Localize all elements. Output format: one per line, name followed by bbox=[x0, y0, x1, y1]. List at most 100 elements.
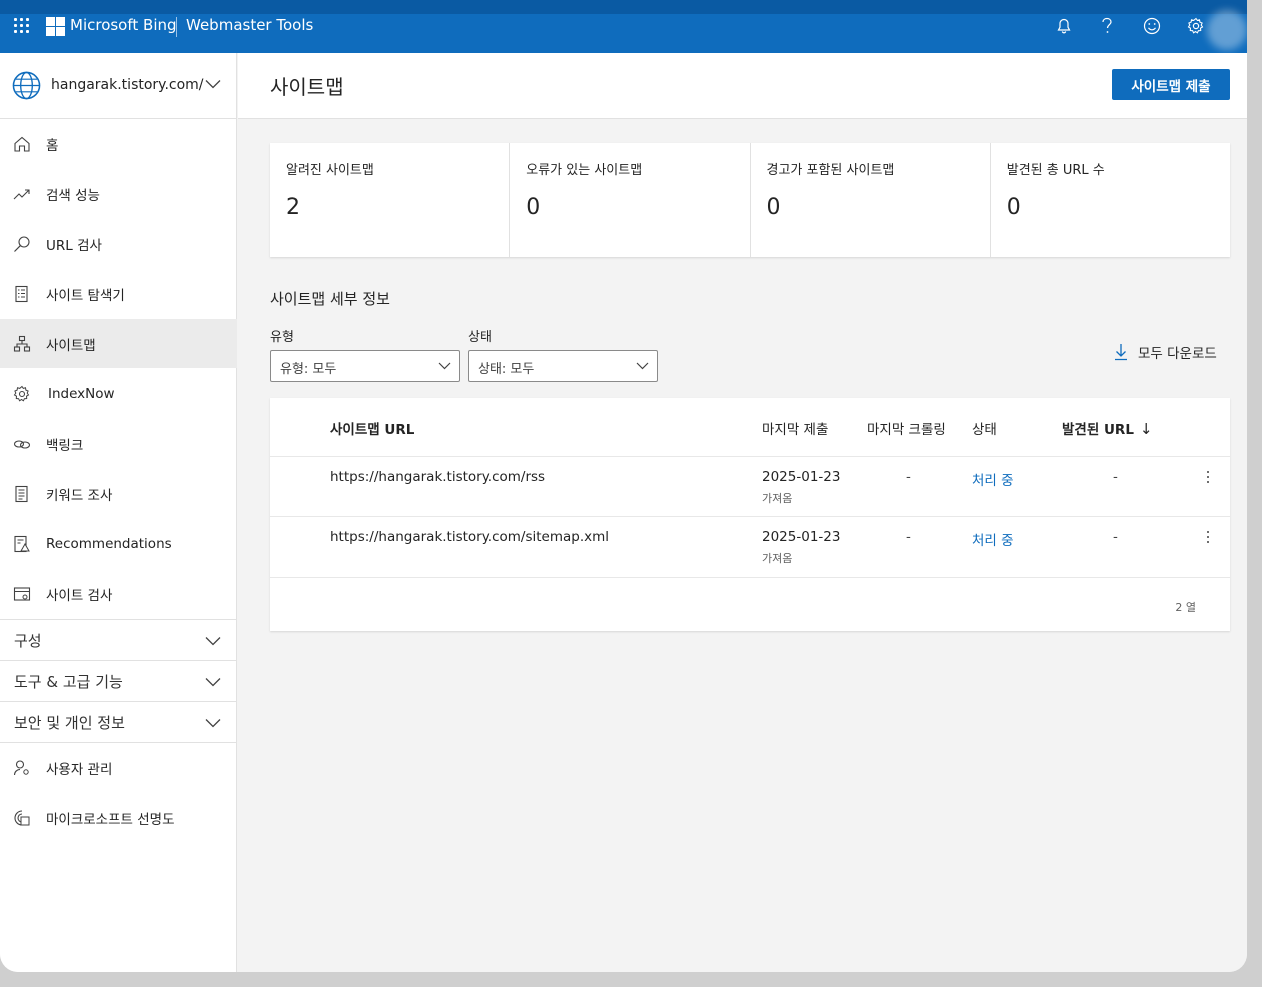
trend-icon bbox=[13, 188, 30, 199]
status-filter-label: 상태 bbox=[468, 330, 492, 345]
window-gutter-right bbox=[1247, 0, 1262, 987]
brand-divider bbox=[176, 17, 177, 37]
sidebar-item-label: 홈 bbox=[46, 137, 59, 154]
page-header: 사이트맵 사이트맵 제출 bbox=[238, 53, 1247, 119]
sidebar-group-security-privacy[interactable]: 보안 및 개인 정보 bbox=[0, 701, 237, 742]
chevron-down-icon bbox=[636, 362, 649, 370]
sidebar-item-microsoft-clarity[interactable]: 마이크로소프트 선명도 bbox=[0, 793, 237, 842]
sitemaps-table: 사이트맵 URL 마지막 제출 마지막 크롤링 상태 발견된 URL ↓ http… bbox=[270, 398, 1230, 631]
sidebar-item-keyword-research[interactable]: 키워드 조사 bbox=[0, 469, 237, 518]
stat-label: 알려진 사이트맵 bbox=[286, 163, 374, 178]
list-icon bbox=[15, 285, 28, 302]
column-header-found-urls[interactable]: 발견된 URL ↓ bbox=[1062, 418, 1153, 438]
type-filter-dropdown[interactable]: 유형: 모두 bbox=[270, 350, 460, 382]
column-header-found-urls-label: 발견된 URL bbox=[1062, 422, 1134, 438]
stat-label: 경고가 포함된 사이트맵 bbox=[766, 163, 895, 178]
chevron-down-icon bbox=[205, 719, 221, 728]
row-count: 2 열 bbox=[1175, 601, 1196, 614]
stat-label: 오류가 있는 사이트맵 bbox=[526, 163, 643, 178]
table-row[interactable]: https://hangarak.tistory.com/rss 2025-01… bbox=[270, 456, 1230, 516]
column-header-last-crawled[interactable]: 마지막 크롤링 bbox=[867, 418, 946, 438]
submit-sitemap-button[interactable]: 사이트맵 제출 bbox=[1112, 69, 1230, 100]
sidebar-group-tools[interactable]: 도구 & 고급 기능 bbox=[0, 660, 237, 701]
stat-value: 0 bbox=[766, 195, 781, 220]
table-row[interactable]: https://hangarak.tistory.com/sitemap.xml… bbox=[270, 516, 1230, 576]
sidebar-group-configuration[interactable]: 구성 bbox=[0, 619, 237, 660]
settings-gear-icon[interactable] bbox=[1186, 16, 1206, 36]
stats-panel: 알려진 사이트맵 2 오류가 있는 사이트맵 0 경고가 포함된 사이트맵 0 … bbox=[270, 143, 1230, 257]
stat-value: 2 bbox=[286, 195, 300, 220]
sort-down-icon: ↓ bbox=[1139, 420, 1153, 438]
stat-label: 발견된 총 URL 수 bbox=[1006, 163, 1105, 178]
chevron-down-icon bbox=[205, 678, 221, 687]
brand-name[interactable]: Microsoft Bing bbox=[70, 16, 177, 34]
stat-sitemaps-with-warnings: 경고가 포함된 사이트맵 0 bbox=[751, 143, 991, 257]
app-window: Microsoft Bing Webmaster Tools hangarak.… bbox=[0, 0, 1247, 972]
status-value[interactable]: 처리 중 bbox=[972, 469, 1014, 489]
account-avatar[interactable] bbox=[1207, 10, 1247, 50]
table-footer: 2 열 bbox=[270, 577, 1230, 631]
globe-icon bbox=[12, 71, 41, 100]
sidebar-item-site-explorer[interactable]: 사이트 탐색기 bbox=[0, 269, 237, 318]
stat-value: 0 bbox=[1006, 195, 1021, 220]
clarity-icon bbox=[14, 809, 30, 826]
recommendations-icon bbox=[14, 535, 30, 552]
sidebar-item-home[interactable]: 홈 bbox=[0, 119, 237, 168]
sidebar-item-sitemaps[interactable]: 사이트맵 bbox=[0, 319, 237, 368]
gear-icon bbox=[13, 385, 30, 402]
sidebar-item-label: 사이트맵 bbox=[46, 337, 96, 354]
main-content: 사이트맵 사이트맵 제출 알려진 사이트맵 2 오류가 있는 사이트맵 0 경고… bbox=[238, 53, 1247, 972]
stat-sitemaps-with-errors: 오류가 있는 사이트맵 0 bbox=[510, 143, 751, 257]
sitemap-url[interactable]: https://hangarak.tistory.com/sitemap.xml bbox=[330, 529, 609, 545]
last-submitted-date: 2025-01-23 bbox=[762, 469, 841, 485]
link-icon bbox=[13, 439, 31, 449]
section-title: 사이트맵 세부 정보 bbox=[270, 290, 390, 308]
chevron-down-icon bbox=[438, 362, 451, 370]
more-options-icon[interactable] bbox=[1205, 471, 1211, 487]
app-launcher-icon[interactable] bbox=[14, 18, 30, 34]
sidebar-item-label: 백링크 bbox=[46, 437, 84, 454]
download-all-button[interactable]: 모두 다운로드 bbox=[1114, 342, 1217, 362]
sidebar-item-label: URL 검사 bbox=[46, 237, 102, 254]
sidebar-group-label: 보안 및 개인 정보 bbox=[14, 714, 125, 732]
sidebar-group-label: 구성 bbox=[14, 632, 42, 650]
status-filter-value: 상태: 모두 bbox=[478, 362, 535, 377]
top-bar: Microsoft Bing Webmaster Tools bbox=[0, 0, 1247, 53]
feedback-smiley-icon[interactable] bbox=[1142, 16, 1162, 36]
microsoft-logo-icon bbox=[46, 17, 65, 36]
page-title: 사이트맵 bbox=[270, 75, 344, 99]
search-icon bbox=[14, 235, 30, 252]
sidebar-item-url-inspection[interactable]: URL 검사 bbox=[0, 219, 237, 268]
sidebar-group-label: 도구 & 고급 기능 bbox=[14, 673, 123, 691]
download-all-label: 모두 다운로드 bbox=[1138, 346, 1217, 362]
type-filter-value: 유형: 모두 bbox=[280, 362, 337, 377]
sidebar-item-backlinks[interactable]: 백링크 bbox=[0, 419, 237, 468]
last-submitted-source: 가져옴 bbox=[762, 552, 793, 565]
download-icon bbox=[1115, 344, 1127, 361]
sitemap-url[interactable]: https://hangarak.tistory.com/rss bbox=[330, 469, 545, 485]
sidebar-item-search-performance[interactable]: 검색 성능 bbox=[0, 169, 237, 218]
site-scan-icon bbox=[13, 586, 31, 601]
bell-icon[interactable] bbox=[1054, 16, 1074, 36]
sidebar-item-user-management[interactable]: 사용자 관리 bbox=[0, 743, 237, 792]
sidebar-item-label: Recommendations bbox=[46, 535, 172, 552]
column-header-url[interactable]: 사이트맵 URL bbox=[330, 418, 414, 438]
sidebar-item-site-scan[interactable]: 사이트 검사 bbox=[0, 569, 237, 618]
help-icon[interactable] bbox=[1097, 16, 1117, 36]
product-name[interactable]: Webmaster Tools bbox=[186, 16, 313, 34]
status-value[interactable]: 처리 중 bbox=[972, 529, 1014, 549]
found-urls-value: - bbox=[1113, 469, 1118, 485]
sidebar-item-label: 마이크로소프트 선명도 bbox=[46, 811, 175, 828]
sidebar-item-indexnow[interactable]: IndexNow bbox=[0, 369, 237, 418]
column-header-status[interactable]: 상태 bbox=[972, 418, 997, 438]
more-options-icon[interactable] bbox=[1205, 531, 1211, 547]
chevron-down-icon bbox=[205, 637, 221, 646]
status-filter-dropdown[interactable]: 상태: 모두 bbox=[468, 350, 658, 382]
site-selector[interactable]: hangarak.tistory.com/ bbox=[0, 53, 236, 119]
last-submitted-source: 가져옴 bbox=[762, 492, 793, 505]
chevron-down-icon[interactable] bbox=[205, 79, 221, 89]
column-header-last-submitted[interactable]: 마지막 제출 bbox=[762, 418, 828, 438]
sidebar-item-recommendations[interactable]: Recommendations bbox=[0, 519, 237, 568]
found-urls-value: - bbox=[1113, 529, 1118, 545]
stat-total-urls-found: 발견된 총 URL 수 0 bbox=[991, 143, 1230, 257]
